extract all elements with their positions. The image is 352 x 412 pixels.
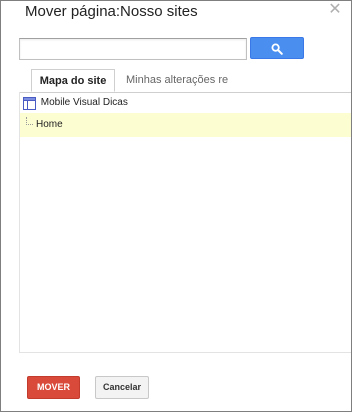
tree-root-label: Mobile Visual Dicas xyxy=(40,97,128,108)
move-page-dialog: Mover página:Nosso sites ✕ Mapa do site … xyxy=(0,0,352,412)
site-icon xyxy=(23,96,36,110)
tab-sitemap[interactable]: Mapa do site xyxy=(31,69,115,92)
tree-item-root[interactable]: Mobile Visual Dicas xyxy=(23,96,128,110)
sitemap-tree: Mobile Visual Dicas Home xyxy=(19,92,351,353)
search-icon xyxy=(271,43,283,55)
search-button[interactable] xyxy=(250,37,304,59)
tree-connector xyxy=(26,117,33,125)
tab-strip: Mapa do site Minhas alterações re xyxy=(19,69,351,93)
tree-item-label: Home xyxy=(36,119,63,130)
search-input[interactable] xyxy=(19,38,247,60)
move-button[interactable]: MOVER xyxy=(27,376,80,399)
close-icon[interactable]: ✕ xyxy=(328,2,342,18)
tab-my-changes[interactable]: Minhas alterações re xyxy=(126,69,228,92)
dialog-title: Mover página:Nosso sites xyxy=(25,3,198,20)
tree-item-home[interactable]: Home xyxy=(20,113,351,137)
cancel-button[interactable]: Cancelar xyxy=(95,376,149,399)
